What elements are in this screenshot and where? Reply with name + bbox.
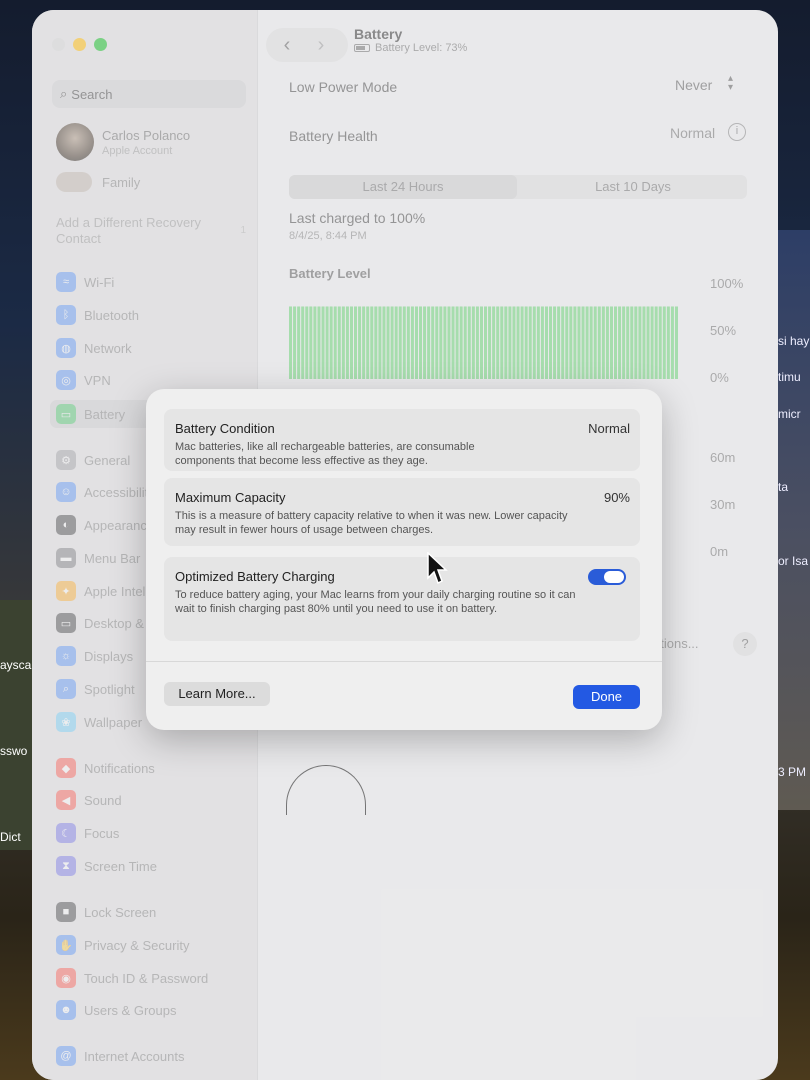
bg-text: ta xyxy=(778,480,789,494)
optimized-charging-toggle[interactable] xyxy=(588,569,626,585)
done-button[interactable]: Done xyxy=(573,685,640,709)
bg-text: or Isa xyxy=(778,554,809,568)
learn-more-button[interactable]: Learn More... xyxy=(164,682,270,706)
maximum-capacity-card: Maximum Capacity 90% This is a measure o… xyxy=(164,478,640,546)
bg-text: aysca xyxy=(0,658,32,672)
divider xyxy=(146,661,662,662)
optimized-charging-card: Optimized Battery Charging To reduce bat… xyxy=(164,557,640,641)
bg-text: timu xyxy=(778,370,801,384)
battery-condition-title: Battery Condition xyxy=(175,421,275,436)
bg-text: 3 PM xyxy=(778,765,807,779)
maximum-capacity-value: 90% xyxy=(603,490,630,505)
battery-condition-value: Normal xyxy=(588,421,630,436)
battery-health-sheet: Battery Condition Normal Mac batteries, … xyxy=(146,389,662,730)
toggle-knob xyxy=(604,571,624,583)
mouse-cursor-icon xyxy=(427,552,448,585)
maximum-capacity-title: Maximum Capacity xyxy=(175,490,286,505)
battery-condition-card: Battery Condition Normal Mac batteries, … xyxy=(164,409,640,471)
bg-text: si hay xyxy=(778,334,810,348)
bg-text: micr xyxy=(778,407,801,421)
optimized-charging-desc: To reduce battery aging, your Mac learns… xyxy=(175,589,576,615)
battery-condition-desc: Mac batteries, like all rechargeable bat… xyxy=(175,441,475,467)
bg-text: sswo xyxy=(0,744,28,758)
bg-text: Dict xyxy=(0,830,21,844)
maximum-capacity-desc: This is a measure of battery capacity re… xyxy=(175,510,568,536)
optimized-charging-title: Optimized Battery Charging xyxy=(175,569,335,584)
